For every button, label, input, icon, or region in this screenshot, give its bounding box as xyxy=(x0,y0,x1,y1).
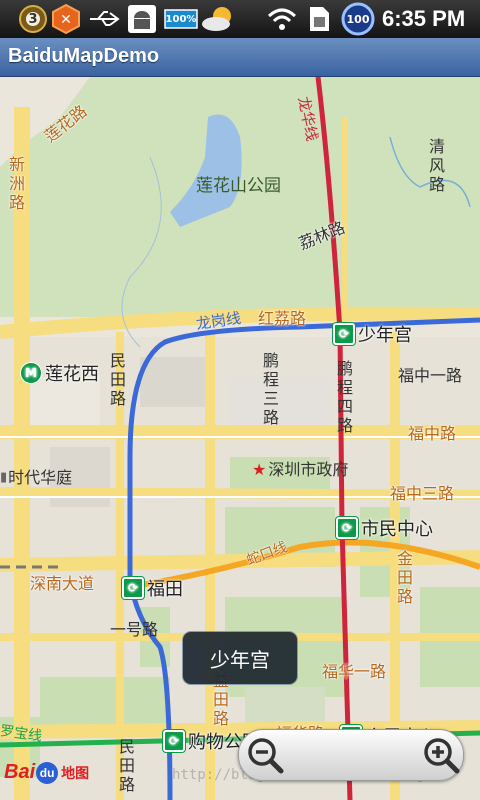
road-label: 一号路 xyxy=(110,620,159,639)
zoom-control xyxy=(238,729,464,781)
android-debug-icon xyxy=(126,4,158,34)
station-label: 福田 xyxy=(147,579,183,600)
road-label: 民田路 xyxy=(118,737,135,794)
poi-label: 深圳市政府 xyxy=(268,460,349,479)
battery-percent: 100% xyxy=(165,13,197,25)
metro-icon: ⟳ xyxy=(163,730,185,752)
map-view[interactable]: 莲花山公园 莲花路 新洲路 龙华线 荔林路 清风路 龙岗线 红荔路 民田路 鹏程… xyxy=(0,77,480,800)
metro-icon: ⟳ xyxy=(333,323,355,345)
poi-city-hall[interactable]: ★ 深圳市政府 xyxy=(252,461,348,479)
logo-text: Bai xyxy=(4,761,36,783)
station-label: 市民中心 xyxy=(361,519,433,540)
road-label: 鹏程三路 xyxy=(262,351,279,427)
road-label: 清风路 xyxy=(428,137,445,194)
logo-suffix: 地图 xyxy=(61,764,90,781)
road-label: 新洲路 xyxy=(8,155,25,212)
building-icon: ▮ xyxy=(0,470,8,485)
road-label: 福华一路 xyxy=(322,662,387,681)
app-title-bar: BaiduMapDemo xyxy=(0,38,480,77)
road-label: 金田路 xyxy=(396,549,413,606)
station-lianhuaxi[interactable]: M 莲花西 xyxy=(20,360,99,386)
station-shiminzhongxin[interactable]: ⟳ 市民中心 xyxy=(336,515,433,541)
data-badge-icon: 100 xyxy=(340,2,376,36)
usb-icon xyxy=(88,4,122,34)
metro-icon: ⟳ xyxy=(336,517,358,539)
sim-icon xyxy=(306,4,332,34)
station-shaoniangong[interactable]: ⟳ 少年宫 xyxy=(333,321,412,347)
star-icon: ★ xyxy=(252,460,267,479)
wifi-icon xyxy=(266,4,298,34)
status-bar: 3 ✕ 100% 100 6:35 PM xyxy=(0,0,480,38)
weather-icon xyxy=(200,4,238,34)
road-label: 鹏程四路 xyxy=(336,359,353,435)
station-futian[interactable]: ⟳ 福田 xyxy=(122,575,183,601)
poi-label: 时代华庭 xyxy=(8,468,73,487)
popup-overlay[interactable]: 少年宫 xyxy=(182,631,298,685)
metro-icon: ⟳ xyxy=(122,577,144,599)
road-label: 福中路 xyxy=(408,424,457,443)
zoom-out-icon[interactable] xyxy=(245,735,285,775)
road-label: 福中三路 xyxy=(390,484,455,503)
status-time: 6:35 PM xyxy=(382,6,466,31)
station-label: 少年宫 xyxy=(358,325,412,346)
notification-count: 3 xyxy=(28,11,38,27)
road-label: 深南大道 xyxy=(30,574,95,593)
popup-label: 少年宫 xyxy=(210,647,270,672)
road-label: 福中一路 xyxy=(398,366,463,385)
baidu-map-logo: Bai du 地图 xyxy=(4,761,89,784)
battery-icon: 100% xyxy=(164,4,198,34)
signal-badge-value: 100 xyxy=(346,12,370,26)
road-label: 红荔路 xyxy=(258,309,307,328)
zoom-in-icon[interactable] xyxy=(421,735,461,775)
metro-icon: M xyxy=(20,362,42,384)
road-label: 民田路 xyxy=(109,351,126,408)
paw-icon: du xyxy=(36,761,59,784)
app-title: BaiduMapDemo xyxy=(8,45,160,67)
hex-app-icon: ✕ xyxy=(50,3,82,35)
svg-text:✕: ✕ xyxy=(60,12,72,28)
poi-shidai[interactable]: ▮ 时代华庭 xyxy=(0,469,72,487)
station-label: 莲花西 xyxy=(45,364,99,385)
park-label: 莲花山公园 xyxy=(196,176,281,196)
notification-icon: 3 xyxy=(18,4,48,34)
